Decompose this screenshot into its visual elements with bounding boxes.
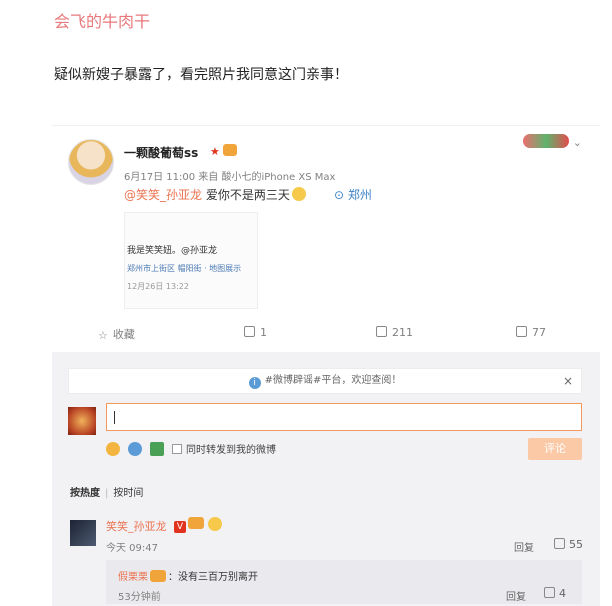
commenter-avatar[interactable] bbox=[70, 520, 96, 546]
commenter-name[interactable]: 笑笑_孙亚龙 bbox=[106, 518, 167, 534]
sub-reply-time: 53分钟前 bbox=[118, 592, 161, 603]
repost-count: 1 bbox=[260, 326, 267, 339]
post-meta: 6月17日 11:00 来自 酸小七的iPhone XS Max bbox=[124, 168, 335, 183]
sub-reply-author[interactable]: 假栗栗 bbox=[118, 572, 148, 583]
sub-reply-reply-button[interactable]: 回复 bbox=[506, 588, 526, 603]
sort-by-time[interactable]: 按时间 bbox=[113, 488, 143, 499]
comment-button[interactable]: 211 bbox=[376, 326, 413, 339]
post-body: 爱你不是两三天 bbox=[205, 188, 290, 202]
comment-like-count: 55 bbox=[569, 538, 583, 551]
repost-checkbox[interactable] bbox=[172, 444, 182, 454]
verified-icon: V bbox=[174, 521, 186, 533]
image-upload-icon[interactable] bbox=[150, 442, 164, 456]
location-link[interactable]: ⊙ 郑州 bbox=[334, 186, 372, 203]
post-menu[interactable]: ⌄ bbox=[522, 134, 582, 149]
close-icon[interactable]: × bbox=[563, 369, 573, 393]
comment-sort-tabs: 按热度 | 按时间 bbox=[70, 484, 143, 499]
commenter-badges: V bbox=[174, 517, 222, 533]
comment-icon bbox=[376, 326, 387, 337]
photo-text-line2: 郑州市上街区 帽阳街 · 地图展示 bbox=[127, 264, 242, 273]
member-crown-icon bbox=[222, 144, 237, 156]
sort-by-hot[interactable]: 按热度 bbox=[70, 488, 100, 499]
rumor-notice-banner: i #微博辟谣#平台，欢迎查阅！ × bbox=[68, 368, 582, 394]
star-outline-icon: ☆ bbox=[98, 329, 108, 342]
sub-reply-like-count: 4 bbox=[559, 587, 566, 600]
star-icon: ★ bbox=[210, 145, 220, 158]
comment-like-button[interactable]: 55 bbox=[554, 538, 583, 551]
comment-item: 笑笑_孙亚龙 V 今天 09:47 回复 55 bbox=[52, 502, 600, 554]
repost-icon bbox=[244, 326, 255, 337]
repost-button[interactable]: 1 bbox=[244, 326, 267, 339]
comment-count: 211 bbox=[392, 326, 413, 339]
favorite-label: 收藏 bbox=[112, 328, 135, 341]
sub-reply-like-button[interactable]: 4 bbox=[544, 587, 566, 600]
emoji-picker-icon[interactable] bbox=[106, 442, 120, 456]
repost-caption: 疑似新嫂子暴露了，看完照片我同意这门亲事！ bbox=[54, 67, 348, 83]
notice-text[interactable]: #微博辟谣#平台，欢迎查阅！ bbox=[265, 375, 402, 386]
post-action-bar: ☆ 收藏 1 211 77 bbox=[52, 322, 600, 346]
submit-comment-button[interactable]: 评论 bbox=[528, 438, 582, 460]
sub-reply-text: ：没有三百万别离开 bbox=[168, 572, 258, 583]
post-mention-link[interactable]: @笑笑_孙亚龙 bbox=[124, 188, 202, 202]
comment-input[interactable] bbox=[106, 403, 582, 431]
emoji-icon bbox=[208, 517, 222, 531]
weibo-post-card: 一颗酸葡萄ss ★ ⌄ 6月17日 11:00 来自 酸小七的iPhone XS… bbox=[52, 125, 600, 606]
comment-reply-button[interactable]: 回复 bbox=[514, 539, 534, 554]
repost-author-name[interactable]: 会飞的牛肉干 bbox=[54, 8, 150, 32]
favorite-button[interactable]: ☆ 收藏 bbox=[98, 326, 135, 342]
repost-checkbox-label: 同时转发到我的微博 bbox=[186, 445, 276, 456]
text-caret bbox=[114, 411, 115, 424]
chevron-down-icon[interactable]: ⌄ bbox=[573, 136, 582, 149]
poster-avatar[interactable] bbox=[68, 139, 114, 185]
like-button[interactable]: 77 bbox=[516, 326, 546, 339]
member-crown-icon bbox=[188, 517, 204, 529]
photo-text-line3: 12月26日 13:22 bbox=[127, 282, 189, 291]
repost-checkbox-group[interactable]: 同时转发到我的微博 bbox=[172, 444, 276, 456]
thumbs-up-icon bbox=[544, 587, 555, 598]
post-text: @笑笑_孙亚龙 爱你不是两三天 bbox=[124, 186, 306, 203]
post-source: 酸小七的iPhone XS Max bbox=[221, 172, 336, 183]
comment-toolbar: 同时转发到我的微博 bbox=[106, 441, 276, 456]
like-count: 77 bbox=[532, 326, 546, 339]
comment-time: 今天 09:47 bbox=[106, 543, 158, 554]
info-icon: i bbox=[248, 377, 261, 389]
thumbs-up-icon bbox=[516, 326, 527, 337]
comment-section: i #微博辟谣#平台，欢迎查阅！ × 同时转发到我的微博 评论 按热度 | 按时间 笑… bbox=[52, 352, 600, 606]
sort-divider: | bbox=[105, 488, 109, 499]
thumbs-up-icon bbox=[554, 538, 565, 549]
poster-nickname[interactable]: 一颗酸葡萄ss bbox=[124, 144, 198, 161]
post-time[interactable]: 6月17日 11:00 bbox=[124, 172, 195, 183]
sub-reply-line: 假栗栗 ：没有三百万别离开 bbox=[118, 568, 258, 583]
location-pin-icon: ⊙ bbox=[334, 188, 345, 202]
my-avatar bbox=[68, 407, 96, 435]
mention-icon[interactable] bbox=[128, 442, 142, 456]
sub-reply: 假栗栗 ：没有三百万别离开 53分钟前 回复 4 bbox=[106, 560, 582, 604]
decoration-icon bbox=[522, 134, 569, 148]
poster-badges: ★ bbox=[210, 144, 237, 158]
photo-text-line1: 我是笑笑妞。@孙亚龙 bbox=[127, 246, 218, 256]
emoji-icon bbox=[291, 187, 306, 201]
member-crown-icon bbox=[150, 570, 166, 582]
location-name: 郑州 bbox=[347, 188, 372, 202]
post-photo[interactable]: 我是笑笑妞。@孙亚龙 郑州市上街区 帽阳街 · 地图展示 12月26日 13:2… bbox=[124, 212, 258, 309]
post-from-label: 来自 bbox=[198, 172, 219, 183]
